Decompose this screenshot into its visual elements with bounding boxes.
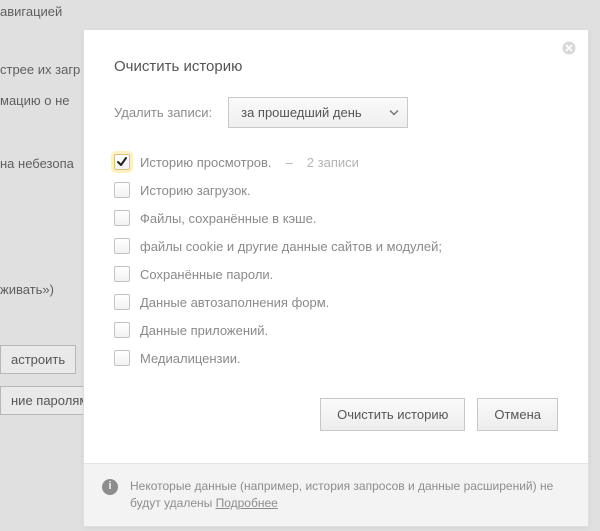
period-label: Удалить записи: xyxy=(114,105,212,120)
option-label: Медиалицензии. xyxy=(140,351,241,366)
period-row: Удалить записи: за прошедший день xyxy=(114,97,558,128)
footer-text-wrap: Некоторые данные (например, история запр… xyxy=(130,478,570,512)
option-row: Файлы, сохранённые в кэше. xyxy=(114,210,558,226)
info-icon: i xyxy=(102,479,118,495)
option-label: файлы cookie и другие данные сайтов и мо… xyxy=(140,239,442,254)
clear-history-button[interactable]: Очистить историю xyxy=(320,398,465,431)
period-select[interactable]: за прошедший день xyxy=(228,97,408,128)
option-row: Данные автозаполнения форм. xyxy=(114,294,558,310)
option-row: Медиалицензии. xyxy=(114,350,558,366)
cancel-button[interactable]: Отмена xyxy=(477,398,558,431)
option-row: Данные приложений. xyxy=(114,322,558,338)
option-label: Историю загрузок. xyxy=(140,183,251,198)
options-list: Историю просмотров.–2 записи Историю загр… xyxy=(114,154,558,366)
bg-configure-button[interactable]: астроить xyxy=(0,345,76,374)
option-checkbox[interactable] xyxy=(114,154,130,170)
option-checkbox[interactable] xyxy=(114,182,130,198)
option-row: Историю просмотров.–2 записи xyxy=(114,154,558,170)
footer-more-link[interactable]: Подробнее xyxy=(216,496,278,510)
option-label: Сохранённые пароли. xyxy=(140,267,273,282)
bg-text: мацию о не xyxy=(0,93,70,108)
bg-text: живать») xyxy=(0,282,54,297)
option-checkbox[interactable] xyxy=(114,322,130,338)
option-label: Историю просмотров. xyxy=(140,155,272,170)
option-label: Файлы, сохранённые в кэше. xyxy=(140,211,316,226)
close-icon xyxy=(562,41,576,58)
dialog-title: Очистить историю xyxy=(114,58,558,75)
option-checkbox[interactable] xyxy=(114,210,130,226)
option-row: Историю загрузок. xyxy=(114,182,558,198)
option-row: Сохранённые пароли. xyxy=(114,266,558,282)
bg-text: авигацией xyxy=(0,4,62,19)
period-select-value: за прошедший день xyxy=(241,105,362,120)
bg-text: стрее их загр xyxy=(0,62,80,77)
option-count-sep: – xyxy=(286,155,293,170)
bg-text: на небезопа xyxy=(0,156,74,171)
option-label: Данные приложений. xyxy=(140,323,268,338)
dialog-actions: Очистить историю Отмена xyxy=(114,386,558,451)
close-button[interactable] xyxy=(560,40,578,58)
dialog-body: Очистить историю Удалить записи: за прош… xyxy=(84,30,588,463)
dialog-footer: i Некоторые данные (например, история за… xyxy=(84,463,588,526)
option-checkbox[interactable] xyxy=(114,350,130,366)
option-checkbox[interactable] xyxy=(114,266,130,282)
option-row: файлы cookie и другие данные сайтов и мо… xyxy=(114,238,558,254)
option-label: Данные автозаполнения форм. xyxy=(140,295,329,310)
chevron-down-icon xyxy=(389,105,399,120)
clear-history-dialog: Очистить историю Удалить записи: за прош… xyxy=(83,29,589,527)
option-checkbox[interactable] xyxy=(114,294,130,310)
option-count: 2 записи xyxy=(307,155,359,170)
option-checkbox[interactable] xyxy=(114,238,130,254)
footer-text: Некоторые данные (например, история запр… xyxy=(130,479,553,510)
